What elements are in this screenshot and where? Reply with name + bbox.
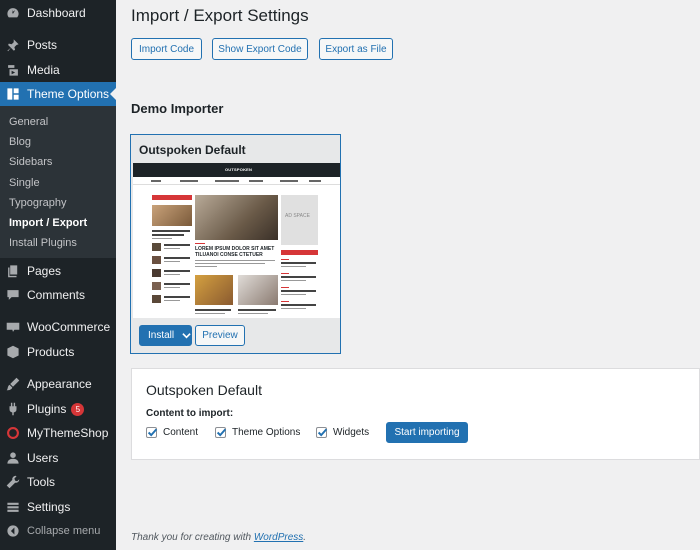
- menu-theme-options-label: Theme Options: [27, 87, 110, 101]
- menu-products-label: Products: [27, 345, 75, 359]
- menu-plugins[interactable]: Plugins 5: [0, 397, 116, 421]
- menu-media-label: Media: [27, 63, 60, 77]
- demo-importer-title: Demo Importer: [131, 101, 224, 116]
- menu-products[interactable]: Products: [0, 340, 116, 364]
- submenu-blog[interactable]: Blog: [9, 136, 31, 148]
- products-icon: [6, 345, 20, 359]
- check-icon[interactable]: [316, 427, 328, 438]
- thumb-image-featured: [195, 195, 278, 240]
- thumb-image-sunset: [152, 205, 192, 226]
- preview-demo-button[interactable]: Preview: [195, 325, 245, 346]
- menu-pages-label: Pages: [27, 264, 62, 278]
- checkbox-theme-options[interactable]: Theme Options: [215, 427, 300, 438]
- collapse-menu-button[interactable]: Collapse menu: [0, 519, 116, 543]
- menu-media[interactable]: Media: [0, 58, 116, 82]
- wordpress-link[interactable]: WordPress: [254, 532, 303, 543]
- pages-icon: [6, 264, 20, 278]
- menu-appearance[interactable]: Appearance: [0, 372, 116, 396]
- menu-comments-label: Comments: [27, 288, 86, 302]
- user-icon: [6, 451, 20, 465]
- menu-posts[interactable]: Posts: [0, 33, 116, 57]
- submenu-import-export[interactable]: Import / Export: [9, 217, 87, 229]
- thumb-headline: LOREM IPSUM DOLOR SIT AMET TILUANOI CONS…: [195, 246, 275, 258]
- media-icon: [6, 63, 20, 77]
- install-label: Install: [148, 330, 175, 341]
- menu-appearance-label: Appearance: [27, 377, 92, 391]
- collapse-icon: [6, 524, 20, 538]
- content-to-import-label: Content to import:: [146, 408, 234, 419]
- import-panel-title: Outspoken Default: [146, 382, 262, 398]
- menu-woocommerce[interactable]: WooCommerce: [0, 315, 116, 339]
- paintbrush-icon: [6, 377, 20, 391]
- menu-settings[interactable]: Settings: [0, 495, 116, 519]
- import-panel: Outspoken Default Content to import: Con…: [131, 368, 700, 460]
- menu-mythemeshop[interactable]: MyThemeShop: [0, 421, 116, 445]
- start-importing-button[interactable]: Start importing: [386, 422, 468, 443]
- footer-text: Thank you for creating with: [131, 532, 254, 543]
- menu-tools[interactable]: Tools: [0, 470, 116, 494]
- woocommerce-icon: [6, 320, 20, 334]
- checkbox-content[interactable]: Content: [146, 427, 198, 438]
- demo-card: Outspoken Default OUTSPOKEN LOREM IPSUM …: [130, 134, 341, 354]
- thumb-category-tag: [152, 195, 192, 200]
- chevron-down-icon: [182, 331, 191, 340]
- export-as-file-button[interactable]: Export as File: [319, 38, 393, 60]
- layout-icon: [6, 87, 20, 101]
- menu-woocommerce-label: WooCommerce: [27, 320, 111, 334]
- menu-comments[interactable]: Comments: [0, 283, 116, 307]
- plugin-icon: [6, 402, 20, 416]
- menu-theme-options[interactable]: Theme Options: [0, 82, 116, 106]
- menu-plugins-label: Plugins: [27, 402, 67, 416]
- settings-icon: [6, 500, 20, 514]
- thumb-image-portrait: [195, 275, 233, 305]
- menu-users-label: Users: [27, 451, 59, 465]
- menu-pages[interactable]: Pages: [0, 259, 116, 283]
- checkbox-widgets[interactable]: Widgets: [316, 427, 369, 438]
- footer-suffix: .: [303, 532, 307, 543]
- import-code-button[interactable]: Import Code: [131, 38, 202, 60]
- checkbox-theme-options-label: Theme Options: [232, 427, 301, 438]
- page-title: Import / Export Settings: [131, 6, 309, 25]
- wrench-icon: [6, 475, 20, 489]
- menu-dashboard[interactable]: Dashboard: [0, 1, 116, 25]
- demo-thumbnail: OUTSPOKEN LOREM IPSUM DOLOR SIT AMET TIL…: [133, 163, 340, 318]
- thumb-nav: [133, 178, 340, 185]
- submenu-general[interactable]: General: [9, 116, 48, 128]
- thumb-logo: OUTSPOKEN: [225, 167, 253, 172]
- menu-users[interactable]: Users: [0, 446, 116, 470]
- menu-tools-label: Tools: [27, 475, 56, 489]
- plugins-update-badge: 5: [71, 402, 85, 416]
- dashboard-icon: [6, 6, 20, 20]
- check-icon[interactable]: [146, 427, 158, 438]
- submenu-install-plugins[interactable]: Install Plugins: [9, 237, 77, 249]
- theme-options-submenu: General Blog Sidebars Single Typography …: [0, 106, 116, 258]
- comment-icon: [6, 288, 20, 302]
- checkbox-content-label: Content: [163, 427, 199, 438]
- install-demo-button[interactable]: Install: [139, 325, 192, 346]
- check-icon[interactable]: [215, 427, 227, 438]
- active-menu-arrow: [110, 88, 116, 100]
- mythemeshop-icon: [6, 426, 20, 440]
- menu-posts-label: Posts: [27, 38, 58, 52]
- submenu-typography[interactable]: Typography: [9, 197, 66, 209]
- menu-mythemeshop-label: MyThemeShop: [27, 426, 109, 440]
- submenu-single[interactable]: Single: [9, 177, 40, 189]
- thumb-image-laptop: [238, 275, 278, 305]
- checkbox-widgets-label: Widgets: [333, 427, 370, 438]
- pushpin-icon: [6, 38, 20, 52]
- menu-dashboard-label: Dashboard: [27, 6, 86, 20]
- submenu-sidebars[interactable]: Sidebars: [9, 156, 52, 168]
- admin-footer: Thank you for creating with WordPress.: [131, 532, 306, 543]
- thumb-ad-space: AD SPACE: [281, 195, 318, 245]
- collapse-menu-label: Collapse menu: [27, 525, 101, 537]
- menu-settings-label: Settings: [27, 500, 71, 514]
- admin-sidebar: Dashboard Posts Media Theme Options Gene…: [0, 0, 116, 550]
- show-export-code-button[interactable]: Show Export Code: [212, 38, 308, 60]
- demo-name: Outspoken Default: [139, 143, 246, 157]
